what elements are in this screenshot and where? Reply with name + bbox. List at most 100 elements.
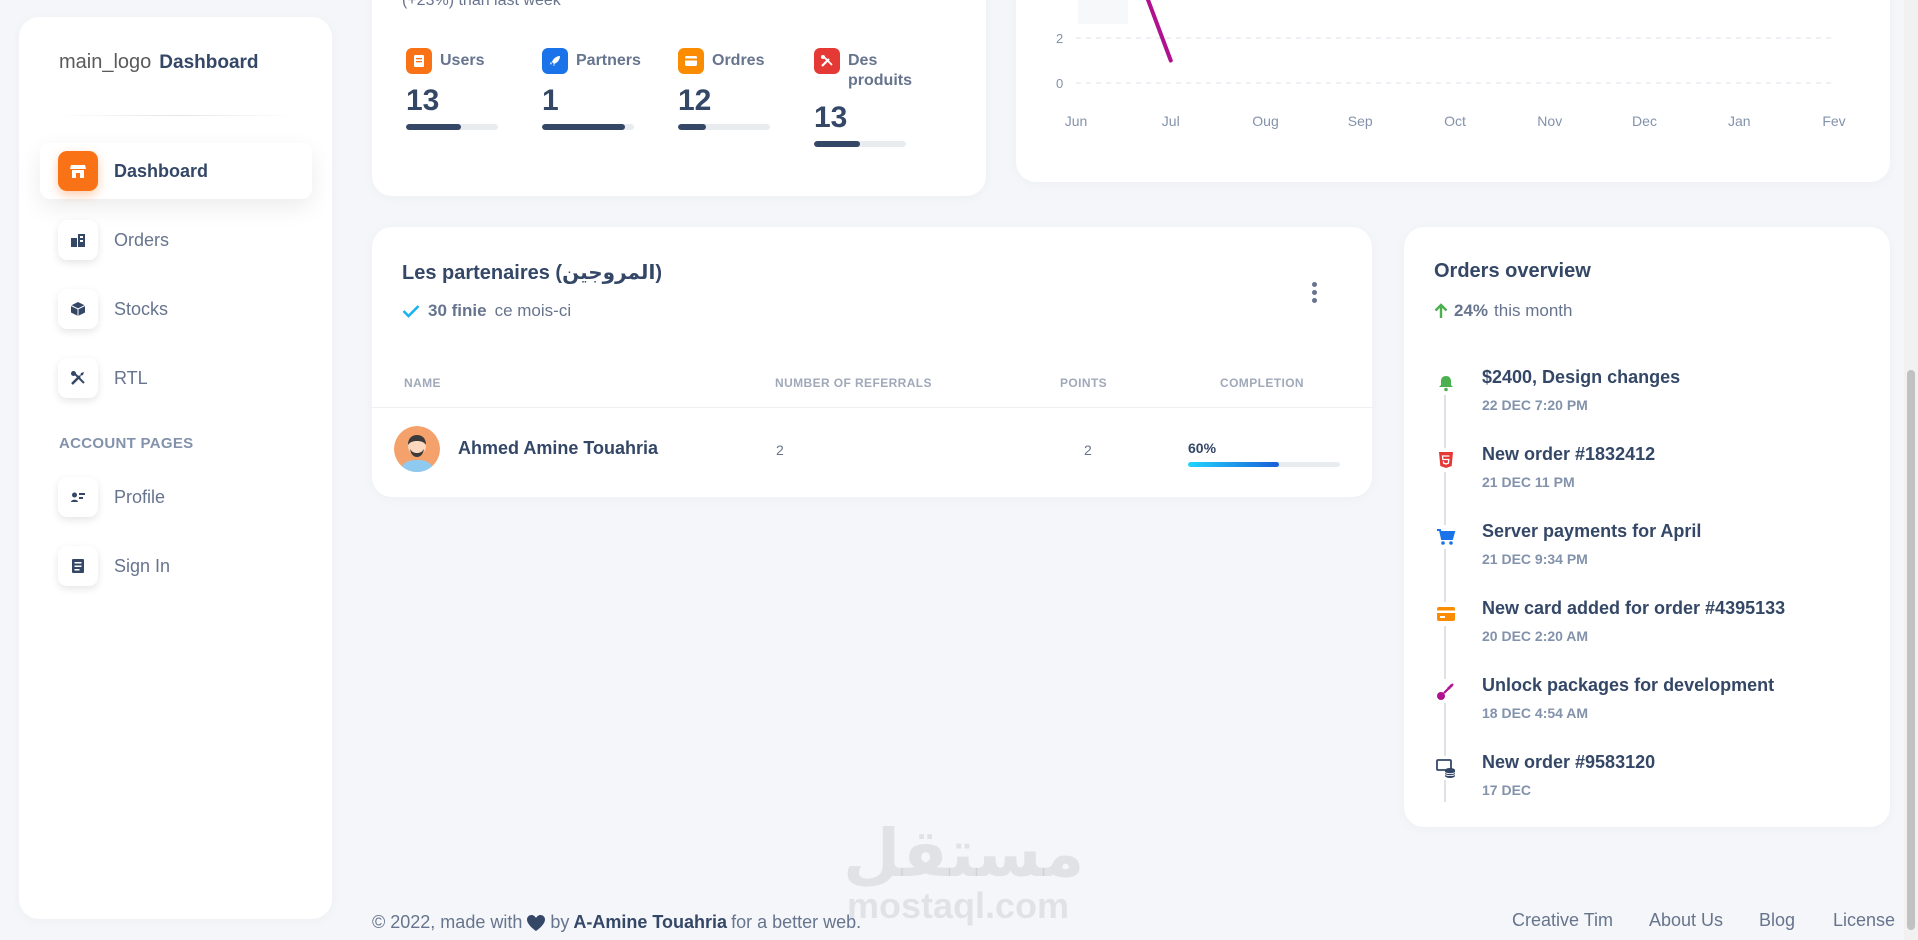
stat-progress <box>406 124 498 130</box>
stat-progress-fill <box>406 124 462 130</box>
sales-chart-card: 2 0 Jun Jul Oug Sep Oct Nov Dec Jan Fev <box>1016 0 1890 182</box>
timeline-date: 20 DEC 2:20 AM <box>1482 628 1589 644</box>
stat-value: 1 <box>542 84 559 117</box>
sidebar-item-label: Orders <box>114 229 170 250</box>
more-options-icon[interactable] <box>1304 277 1324 307</box>
stat-label: Ordres <box>712 52 765 69</box>
chart-series-line <box>1145 0 1173 63</box>
partners-subtitle: 30 finie ce mois-ci <box>402 301 571 321</box>
timeline-date: 22 DEC 7:20 PM <box>1482 397 1588 413</box>
sidebar: main_logo Dashboard Dashboard Orders Sto… <box>19 17 332 919</box>
footer-link-license[interactable]: License <box>1833 910 1895 931</box>
key-icon <box>1434 679 1458 703</box>
timeline-title: New order #9583120 <box>1482 752 1656 772</box>
timeline-date: 21 DEC 11 PM <box>1482 474 1575 490</box>
shop-icon <box>58 151 98 191</box>
orders-overview-subtitle: 24% this month <box>1434 301 1572 321</box>
stat-users: Users 13 <box>406 48 516 130</box>
footer-link-creative-tim[interactable]: Creative Tim <box>1512 910 1613 931</box>
table-header-divider <box>372 407 1372 408</box>
orders-overview-card: Orders overview 24% this month $2400, De… <box>1404 227 1890 827</box>
chart-x-tick-label: Jul <box>1162 113 1180 129</box>
chart-x-tick-label: Sep <box>1348 113 1373 129</box>
sidebar-item-rtl[interactable]: RTL <box>40 350 312 406</box>
database-icon <box>1434 756 1458 780</box>
chart-y-tick-label: 0 <box>1056 76 1063 91</box>
heart-icon <box>527 914 546 931</box>
chart-y-tick-label: 2 <box>1056 31 1063 46</box>
chart-x-tick-label: Oct <box>1444 113 1466 129</box>
partners-title: Les partenaires (المروجين) <box>402 262 662 284</box>
footer-link-about-us[interactable]: About Us <box>1649 910 1723 931</box>
footer-suffix: for a better web. <box>731 912 862 932</box>
watermark-arabic: مستقل <box>843 816 1085 890</box>
stat-value: 13 <box>406 84 440 117</box>
orders-growth: 24% <box>1454 301 1489 320</box>
check-icon <box>402 305 420 318</box>
timeline-title: New order #1832412 <box>1482 444 1656 464</box>
stat-label: Partners <box>576 52 641 69</box>
column-header-points: POINTS <box>1060 376 1108 390</box>
chart-x-tick-label: Nov <box>1537 113 1562 129</box>
tools-icon <box>814 48 840 74</box>
stat-des-produits: Des produits 13 <box>814 48 924 147</box>
html5-icon <box>1434 448 1458 472</box>
stat-partners: Partners 1 <box>542 48 652 130</box>
partners-card: Les partenaires (المروجين) 30 finie ce m… <box>372 227 1372 497</box>
sidebar-item-label: Sign In <box>114 555 171 576</box>
sidebar-item-stocks[interactable]: Stocks <box>40 281 312 337</box>
timeline-line <box>1444 372 1446 802</box>
stat-label: Des produits <box>848 52 912 89</box>
stat-ordres: Ordres 12 <box>678 48 788 130</box>
scrollbar-thumb[interactable] <box>1907 370 1915 930</box>
partners-period: ce mois-ci <box>494 301 572 320</box>
column-header-name: NAME <box>404 376 441 390</box>
sidebar-item-dashboard[interactable]: Dashboard <box>40 143 312 199</box>
watermark-latin: mostaql.com <box>846 885 1070 926</box>
document-icon <box>58 546 98 586</box>
sidebar-item-sign-in[interactable]: Sign In <box>40 538 312 594</box>
main-logo-broken-image: main_logo <box>59 51 152 73</box>
stat-value: 12 <box>678 84 712 117</box>
avatar <box>394 426 440 472</box>
footer-copyright: © 2022, made with by A-Amine Touahria fo… <box>372 912 861 933</box>
stat-progress <box>814 141 906 147</box>
sidebar-item-label: RTL <box>114 367 148 388</box>
stat-progress-fill <box>678 124 706 130</box>
column-header-referrals: NUMBER OF REFERRALS <box>775 376 932 390</box>
timeline-date: 17 DEC <box>1482 782 1532 798</box>
sidebar-item-label: Dashboard <box>114 160 209 181</box>
partners-count: 30 finie <box>428 301 487 320</box>
footer-copy-text: © 2022, made with <box>372 912 523 932</box>
stats-partial-caption: (+23%) than last week <box>402 0 561 9</box>
credit-card-icon <box>1434 602 1458 626</box>
referrals-value: 2 <box>776 442 784 458</box>
sidebar-item-orders[interactable]: Orders <box>40 212 312 268</box>
sidebar-item-profile[interactable]: Profile <box>40 469 312 525</box>
sidebar-item-label: Profile <box>114 486 166 507</box>
footer-author-link[interactable]: A-Amine Touahria <box>573 912 727 933</box>
chart-x-tick-label: Jun <box>1065 113 1088 129</box>
stat-progress-fill <box>542 124 625 130</box>
orders-overview-title: Orders overview <box>1434 260 1591 282</box>
credit-card-icon <box>678 48 704 74</box>
brand[interactable]: main_logo Dashboard <box>59 51 259 74</box>
arrow-up-icon <box>1434 303 1448 318</box>
completion-progress-fill <box>1188 462 1280 467</box>
stats-card: (+23%) than last week Users 13 Partners … <box>372 0 986 196</box>
stat-label: Users <box>440 52 485 69</box>
tools-icon <box>58 358 98 398</box>
stat-value: 13 <box>814 101 848 134</box>
line-chart: 2 0 Jun Jul Oug Sep Oct Nov Dec Jan Fev <box>1056 0 1846 129</box>
sidebar-divider <box>57 115 297 116</box>
office-icon <box>58 220 98 260</box>
timeline-title: New card added for order #4395133 <box>1482 598 1786 618</box>
orders-period: this month <box>1494 301 1573 320</box>
completion-label: 60% <box>1188 440 1217 456</box>
timeline-date: 21 DEC 9:34 PM <box>1482 551 1588 567</box>
footer-link-blog[interactable]: Blog <box>1759 910 1795 931</box>
chart-x-tick-label: Fev <box>1822 113 1845 129</box>
document-icon <box>406 48 432 74</box>
timeline-title: Server payments for April <box>1482 521 1702 541</box>
box-icon <box>58 289 98 329</box>
